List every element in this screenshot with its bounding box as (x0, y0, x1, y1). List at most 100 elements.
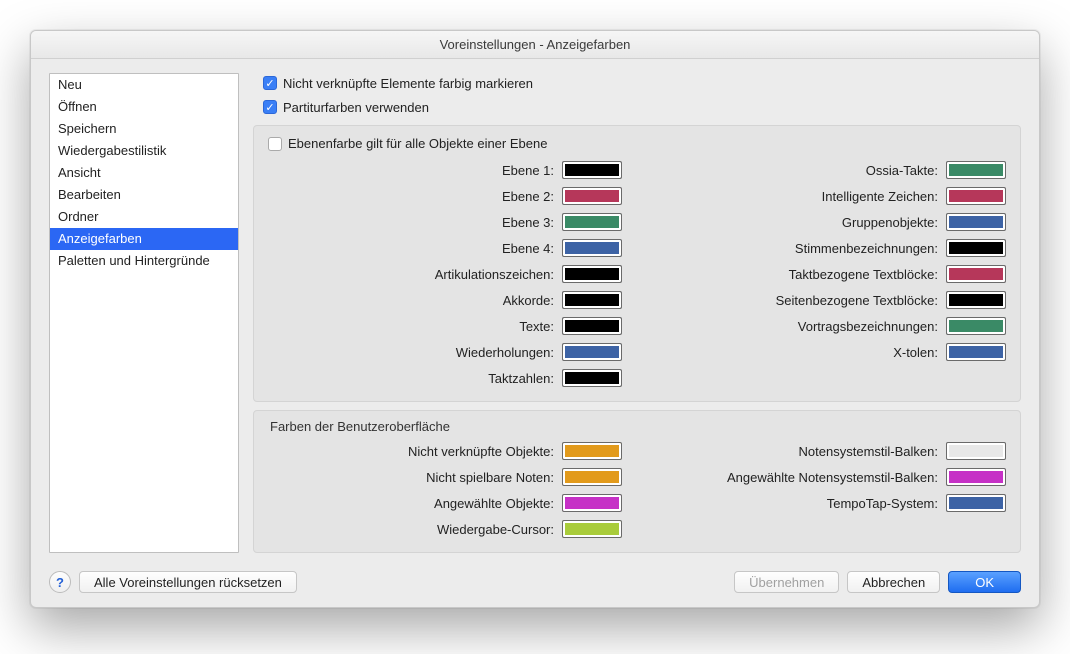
color-swatch[interactable] (562, 494, 622, 512)
color-row: Nicht spielbare Noten: (268, 468, 622, 486)
checkbox-icon: ✓ (263, 76, 277, 90)
color-row: Wiederholungen: (268, 343, 622, 361)
color-row: Angewählte Objekte: (268, 494, 622, 512)
color-row: Gruppenobjekte: (652, 213, 1006, 231)
color-label: Angewählte Notensystemstil-Balken: (727, 470, 938, 485)
color-row: Vortragsbezeichnungen: (652, 317, 1006, 335)
sidebar-item[interactable]: Speichern (50, 118, 238, 140)
color-swatch[interactable] (946, 442, 1006, 460)
color-label: Nicht spielbare Noten: (426, 470, 554, 485)
color-label: Taktzahlen: (488, 371, 554, 386)
color-swatch[interactable] (562, 520, 622, 538)
color-label: Angewählte Objekte: (434, 496, 554, 511)
color-label: Ebene 3: (502, 215, 554, 230)
color-label: Wiederholungen: (456, 345, 554, 360)
color-row: Stimmenbezeichnungen: (652, 239, 1006, 257)
color-swatch[interactable] (562, 161, 622, 179)
color-swatch[interactable] (946, 343, 1006, 361)
color-row: Texte: (268, 317, 622, 335)
color-row: Taktzahlen: (268, 369, 622, 387)
color-label: Nicht verknüpfte Objekte: (408, 444, 554, 459)
ok-button[interactable]: OK (948, 571, 1021, 593)
color-row: Angewählte Notensystemstil-Balken: (652, 468, 1006, 486)
color-label: Intelligente Zeichen: (822, 189, 938, 204)
color-label: Taktbezogene Textblöcke: (789, 267, 938, 282)
color-swatch[interactable] (562, 343, 622, 361)
color-label: Notensystemstil-Balken: (799, 444, 938, 459)
checkbox-icon (268, 137, 282, 151)
color-label: X-tolen: (893, 345, 938, 360)
color-label: Ossia-Takte: (866, 163, 938, 178)
color-swatch[interactable] (562, 442, 622, 460)
color-row: Ebene 4: (268, 239, 622, 257)
check-label: Ebenenfarbe gilt für alle Objekte einer … (288, 136, 547, 151)
color-swatch[interactable] (946, 494, 1006, 512)
color-label: TempoTap-System: (827, 496, 938, 511)
check-label: Partiturfarben verwenden (283, 100, 429, 115)
color-row: Ossia-Takte: (652, 161, 1006, 179)
color-swatch[interactable] (562, 239, 622, 257)
color-row: Intelligente Zeichen: (652, 187, 1006, 205)
color-row: Wiedergabe-Cursor: (268, 520, 622, 538)
color-row: Taktbezogene Textblöcke: (652, 265, 1006, 283)
window-title: Voreinstellungen - Anzeigefarben (31, 31, 1039, 59)
color-swatch[interactable] (562, 291, 622, 309)
color-label: Ebene 2: (502, 189, 554, 204)
sidebar-item[interactable]: Ordner (50, 206, 238, 228)
check-use-score-colors[interactable]: ✓ Partiturfarben verwenden (253, 97, 1021, 117)
color-label: Wiedergabe-Cursor: (437, 522, 554, 537)
color-label: Artikulationszeichen: (435, 267, 554, 282)
check-layer-all-objects[interactable]: Ebenenfarbe gilt für alle Objekte einer … (268, 136, 1006, 151)
color-row: Ebene 3: (268, 213, 622, 231)
group-title: Farben der Benutzeroberfläche (268, 419, 1006, 434)
checkbox-icon: ✓ (263, 100, 277, 114)
color-row: Nicht verknüpfte Objekte: (268, 442, 622, 460)
sidebar-item[interactable]: Wiedergabestilistik (50, 140, 238, 162)
color-label: Texte: (519, 319, 554, 334)
category-sidebar: NeuÖffnenSpeichernWiedergabestilistikAns… (49, 73, 239, 553)
color-swatch[interactable] (946, 161, 1006, 179)
color-row: Artikulationszeichen: (268, 265, 622, 283)
color-row: Seitenbezogene Textblöcke: (652, 291, 1006, 309)
color-label: Seitenbezogene Textblöcke: (776, 293, 938, 308)
color-row: X-tolen: (652, 343, 1006, 361)
color-label: Stimmenbezeichnungen: (795, 241, 938, 256)
color-swatch[interactable] (946, 317, 1006, 335)
sidebar-item[interactable]: Öffnen (50, 96, 238, 118)
color-swatch[interactable] (946, 213, 1006, 231)
color-swatch[interactable] (562, 265, 622, 283)
color-label: Ebene 1: (502, 163, 554, 178)
color-swatch[interactable] (562, 369, 622, 387)
color-row: Akkorde: (268, 291, 622, 309)
color-swatch[interactable] (562, 317, 622, 335)
color-swatch[interactable] (562, 468, 622, 486)
color-row: Ebene 1: (268, 161, 622, 179)
content-area: NeuÖffnenSpeichernWiedergabestilistikAns… (31, 59, 1039, 563)
apply-button: Übernehmen (734, 571, 839, 593)
sidebar-item[interactable]: Paletten und Hintergründe (50, 250, 238, 272)
help-button[interactable]: ? (49, 571, 71, 593)
color-swatch[interactable] (562, 187, 622, 205)
color-swatch[interactable] (946, 239, 1006, 257)
color-label: Gruppenobjekte: (842, 215, 938, 230)
sidebar-item[interactable]: Bearbeiten (50, 184, 238, 206)
check-mark-unlinked[interactable]: ✓ Nicht verknüpfte Elemente farbig marki… (253, 73, 1021, 93)
color-label: Ebene 4: (502, 241, 554, 256)
sidebar-item[interactable]: Ansicht (50, 162, 238, 184)
cancel-button[interactable]: Abbrechen (847, 571, 940, 593)
color-swatch[interactable] (562, 213, 622, 231)
ui-colors-group: Farben der Benutzeroberfläche Nicht verk… (253, 410, 1021, 553)
layer-colors-group: Ebenenfarbe gilt für alle Objekte einer … (253, 125, 1021, 402)
reset-all-button[interactable]: Alle Voreinstellungen rücksetzen (79, 571, 297, 593)
preferences-window: Voreinstellungen - Anzeigefarben NeuÖffn… (30, 30, 1040, 608)
color-row: TempoTap-System: (652, 494, 1006, 512)
color-label: Vortragsbezeichnungen: (798, 319, 938, 334)
sidebar-item[interactable]: Anzeigefarben (50, 228, 238, 250)
sidebar-item[interactable]: Neu (50, 74, 238, 96)
color-swatch[interactable] (946, 265, 1006, 283)
color-swatch[interactable] (946, 468, 1006, 486)
color-row: Notensystemstil-Balken: (652, 442, 1006, 460)
check-label: Nicht verknüpfte Elemente farbig markier… (283, 76, 533, 91)
color-swatch[interactable] (946, 291, 1006, 309)
color-swatch[interactable] (946, 187, 1006, 205)
